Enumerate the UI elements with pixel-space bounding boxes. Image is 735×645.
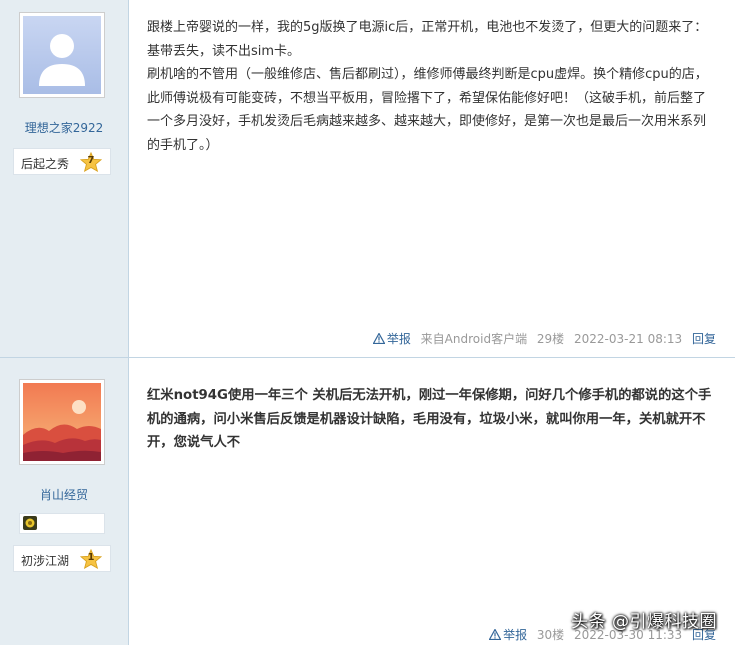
rank-level: 7: [87, 155, 95, 166]
author-name[interactable]: 肖山经贸: [0, 486, 128, 503]
avatar[interactable]: [19, 12, 105, 98]
post-30: 肖山经贸 初涉江湖 1 红米not94G使用一年三个 关机后无法开机，刚过一年保…: [0, 358, 735, 645]
author-name[interactable]: 理想之家2922: [0, 119, 128, 136]
floor-number: 30楼: [536, 628, 565, 642]
report-label: 举报: [503, 628, 528, 642]
post-paragraph: 跟楼上帝婴说的一样，我的5g版换了电源ic后，正常开机，电池也不发烫了，但更大的…: [147, 20, 708, 59]
medal-box: [19, 513, 105, 534]
avatar[interactable]: [19, 379, 105, 465]
reply-link[interactable]: 回复: [692, 332, 716, 346]
post-paragraph: 红米not94G使用一年三个 关机后无法开机，刚过一年保修期，问好几个修手机的都…: [147, 388, 712, 450]
sunset-avatar-icon: [23, 383, 101, 461]
client-source[interactable]: 来自Android客户端: [421, 332, 527, 346]
watermark: 头条 @引爆科技圈: [571, 612, 717, 632]
post-time: 2022-03-21 08:13: [574, 332, 683, 346]
post-29: 理想之家2922 后起之秀 7 跟楼上帝婴说的一样，我的5g版换了电源ic后，正…: [0, 0, 735, 358]
warning-icon: [489, 629, 502, 640]
floor-number: 29楼: [536, 332, 565, 346]
report-link[interactable]: 举报: [489, 628, 531, 642]
rank-badge: 后起之秀 7: [13, 148, 111, 175]
rank-label: 后起之秀: [21, 157, 70, 171]
report-link[interactable]: 举报: [372, 332, 415, 346]
rank-label: 初涉江湖: [21, 554, 70, 568]
default-avatar-icon: [23, 16, 101, 94]
report-label: 举报: [386, 332, 411, 346]
rank-badge: 初涉江湖 1: [13, 545, 111, 572]
author-sidebar: 肖山经贸 初涉江湖 1: [0, 358, 129, 645]
post-paragraph: 刷机啥的不管用（一般维修店、售后都刷过），维修师傅最终判断是cpu虚焊。换个精修…: [147, 67, 708, 153]
medal-icon[interactable]: [23, 516, 37, 530]
post-content: 红米not94G使用一年三个 关机后无法开机，刚过一年保修期，问好几个修手机的都…: [147, 384, 715, 455]
warning-icon: [372, 333, 385, 344]
rank-level: 1: [87, 552, 95, 563]
author-sidebar: 理想之家2922 后起之秀 7: [0, 0, 129, 357]
post-content: 跟楼上帝婴说的一样，我的5g版换了电源ic后，正常开机，电池也不发烫了，但更大的…: [147, 16, 715, 157]
post-meta: 举报 来自Android客户端 29楼 2022-03-21 08:13 回复: [372, 330, 716, 347]
